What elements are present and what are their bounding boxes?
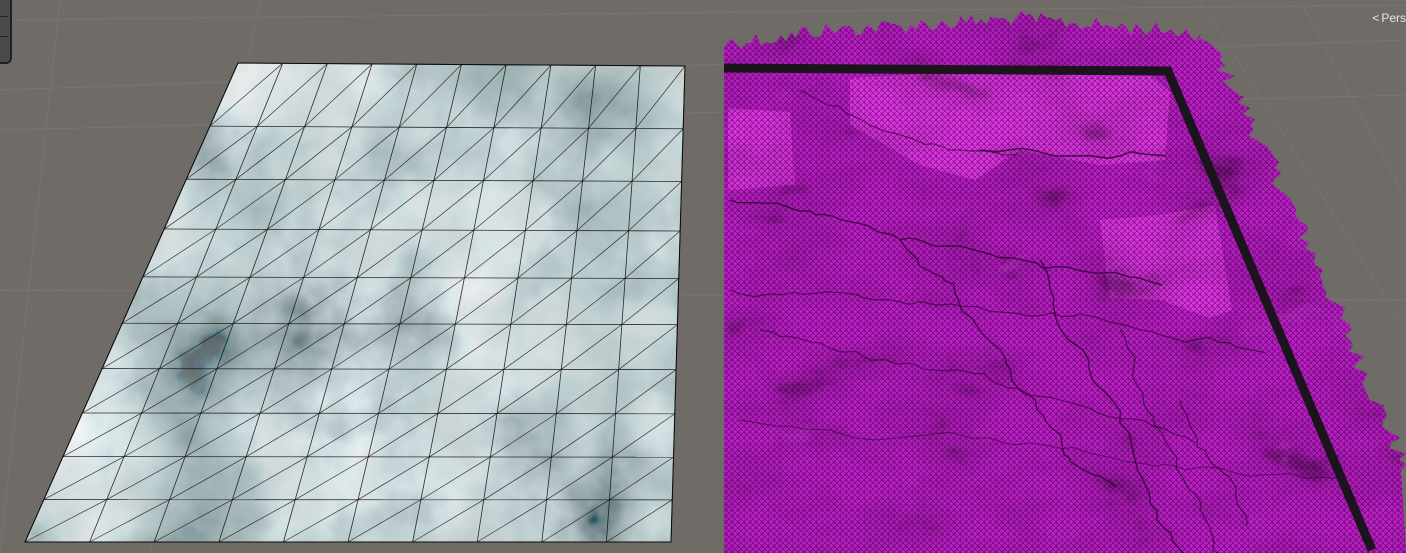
noise-textured-plane[interactable]	[0, 0, 720, 553]
scene-grid-line	[1299, 0, 1406, 201]
projection-toggle[interactable]: < Pers	[1372, 9, 1406, 27]
scene-view[interactable]: < Pers	[0, 0, 1406, 553]
projection-label: Pers	[1381, 11, 1406, 25]
scene-canvas[interactable]	[0, 0, 1406, 553]
scene-grid-line	[0, 4, 1406, 21]
perspective-icon: <	[1372, 11, 1380, 25]
scene-grid-line	[0, 0, 61, 553]
scene-gizmo-widget[interactable]	[0, 0, 12, 64]
heightmap-terrain-mesh[interactable]	[700, 0, 1406, 553]
